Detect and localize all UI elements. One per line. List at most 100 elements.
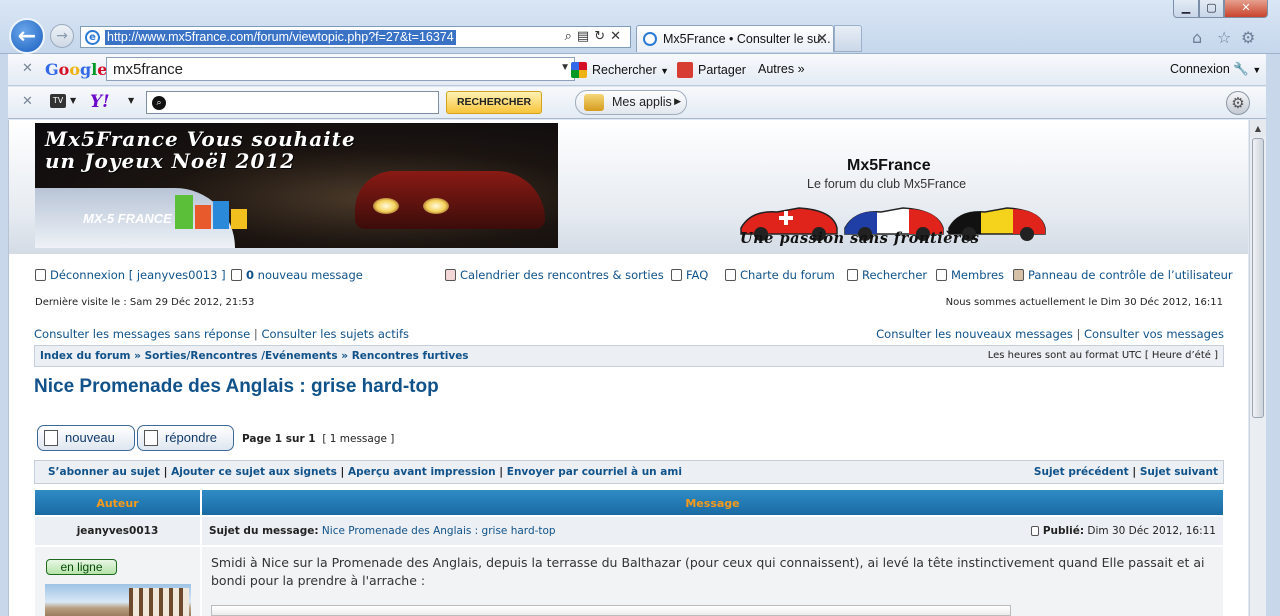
search-label[interactable]: Rechercher: [862, 268, 927, 282]
faq-label[interactable]: FAQ: [686, 268, 708, 282]
mx5-logo-text: MX-5 FRANCE: [83, 211, 172, 226]
control-panel-link[interactable]: Panneau de contrôle de l’utilisateur: [1013, 268, 1233, 282]
active-topics-link[interactable]: Consulter les sujets actifs: [261, 327, 409, 341]
topic-nav-links: Sujet précédent | Sujet suivant: [1034, 466, 1218, 478]
subscribe-link[interactable]: S’abonner au sujet: [48, 466, 160, 478]
chevron-down-icon[interactable]: ▼: [560, 62, 570, 73]
address-tools[interactable]: ⌕▤↻✕: [565, 29, 626, 44]
vertical-scrollbar[interactable]: ▲: [1249, 120, 1266, 616]
crumb-furtives[interactable]: Rencontres furtives: [352, 350, 469, 362]
new-topic-button[interactable]: nouveau: [37, 425, 135, 451]
chevron-down-icon: ▼: [660, 66, 670, 76]
faq-link[interactable]: FAQ: [671, 268, 708, 282]
control-panel-label[interactable]: Panneau de contrôle de l’utilisateur: [1028, 268, 1233, 282]
your-posts-link[interactable]: Consulter vos messages: [1084, 327, 1224, 341]
mes-applis-label: Mes applis: [612, 95, 672, 109]
page-info: Page 1 sur 1 [ 1 message ]: [242, 433, 394, 445]
avatar[interactable]: [45, 584, 191, 616]
christmas-banner[interactable]: Mx5France Vous souhaite un Joyeux Noël 2…: [35, 123, 558, 248]
prev-topic-link[interactable]: Sujet précédent: [1034, 466, 1129, 478]
address-bar[interactable]: e http://www.mx5france.com/forum/viewtop…: [80, 26, 631, 48]
tv-icon[interactable]: TV: [50, 94, 66, 108]
page-viewport: Mx5France Vous souhaite un Joyeux Noël 2…: [8, 120, 1248, 616]
search-link[interactable]: Rechercher: [847, 268, 927, 282]
my-apps-button[interactable]: Mes applis ▶: [575, 90, 687, 115]
home-icon[interactable]: ⌂: [1192, 28, 1202, 47]
logout-label[interactable]: Déconnexion [ jeanyves0013 ]: [50, 268, 226, 282]
topic-title[interactable]: Nice Promenade des Anglais : grise hard-…: [34, 376, 439, 398]
post-author[interactable]: jeanyves0013: [35, 525, 200, 537]
close-toolbar-icon[interactable]: ✕: [22, 94, 33, 109]
messages-label[interactable]: nouveau message: [258, 268, 363, 282]
back-button[interactable]: ←: [9, 18, 45, 54]
stop-icon[interactable]: ✕: [610, 29, 626, 44]
members-link[interactable]: Membres: [936, 268, 1004, 282]
share-button[interactable]: Partager: [677, 62, 746, 78]
chevron-down-icon[interactable]: ▼: [128, 96, 134, 105]
messages-count[interactable]: 0: [246, 268, 254, 282]
banner-line2: un Joyeux Noël 2012: [45, 149, 296, 173]
more-button[interactable]: Autres »: [758, 62, 805, 76]
login-button[interactable]: Connexion 🔧 ▼: [1170, 62, 1261, 77]
breadcrumb: Index du forum » Sorties/Rencontres /Evé…: [34, 345, 1224, 367]
yahoo-search-input[interactable]: ⌕: [146, 91, 439, 114]
compat-icon[interactable]: ▤: [577, 29, 594, 44]
reply-button[interactable]: répondre: [137, 425, 234, 451]
email-link[interactable]: Envoyer par courriel à un ami: [507, 466, 682, 478]
topic-action-links: S’abonner au sujet | Ajouter ce sujet au…: [48, 466, 682, 478]
close-toolbar-icon[interactable]: ✕: [22, 61, 33, 76]
new-messages-link[interactable]: 0 nouveau message: [231, 268, 363, 282]
tab-close-icon[interactable]: ✕: [816, 30, 828, 47]
unanswered-link[interactable]: Consulter les messages sans réponse: [34, 327, 250, 341]
alert-icon: [725, 269, 736, 281]
ie-icon: e: [85, 30, 100, 45]
gear-icon[interactable]: ⚙: [1241, 28, 1255, 47]
calendar-label[interactable]: Calendrier des rencontres & sorties: [460, 268, 664, 282]
tab-mx5france[interactable]: Mx5France • Consulter le su... ✕: [636, 25, 834, 52]
new-tab-button[interactable]: [834, 25, 862, 52]
maximize-button[interactable]: ▢: [1199, 0, 1224, 18]
google-search-button[interactable]: Rechercher ▼: [571, 62, 669, 78]
bookmark-link[interactable]: Ajouter ce sujet aux signets: [171, 466, 337, 478]
calendar-link[interactable]: Calendrier des rencontres & sorties: [445, 268, 664, 282]
chevron-down-icon[interactable]: ▼: [1252, 65, 1261, 75]
star-icon[interactable]: ☆: [1217, 28, 1231, 47]
print-link[interactable]: Aperçu avant impression: [348, 466, 496, 478]
minimize-button[interactable]: ▁: [1173, 0, 1199, 18]
search-icon[interactable]: ⌕: [565, 29, 577, 44]
new-posts-link[interactable]: Consulter les nouveaux messages: [876, 327, 1073, 341]
avatar-house: [129, 588, 189, 616]
logout-link[interactable]: Déconnexion [ jeanyves0013 ]: [35, 268, 226, 282]
reply-label: répondre: [165, 430, 218, 445]
search-icon: ⌕: [152, 96, 166, 110]
crumb-sorties[interactable]: Sorties/Rencontres /Evénements: [145, 350, 338, 362]
subject-link[interactable]: Nice Promenade des Anglais : grise hard-…: [322, 525, 556, 537]
refresh-icon[interactable]: ↻: [594, 29, 610, 44]
envelope-icon: [231, 269, 242, 281]
charte-label[interactable]: Charte du forum: [740, 268, 835, 282]
settings-gear-icon[interactable]: ⚙: [1226, 91, 1250, 115]
separator: |: [1076, 327, 1085, 341]
yahoo-search-button[interactable]: RECHERCHER: [446, 91, 542, 114]
chevron-right-icon: ▶: [674, 96, 681, 106]
subject-label: Sujet du message:: [209, 525, 319, 537]
wrench-icon[interactable]: 🔧: [1233, 62, 1249, 76]
chevron-down-icon[interactable]: ▼: [70, 96, 76, 105]
members-label[interactable]: Membres: [951, 268, 1004, 282]
scroll-up-icon[interactable]: ▲: [1250, 120, 1266, 137]
post-body: Smidi à Nice sur la Promenade des Anglai…: [211, 555, 1205, 588]
yahoo-logo[interactable]: Y!: [90, 92, 110, 112]
scroll-thumb[interactable]: [1252, 138, 1264, 418]
rechercher-label: Rechercher: [592, 63, 657, 77]
forward-button[interactable]: →: [50, 24, 74, 48]
next-topic-link[interactable]: Sujet suivant: [1140, 466, 1218, 478]
charte-link[interactable]: Charte du forum: [725, 268, 835, 282]
post-image[interactable]: [211, 605, 1011, 616]
published-label: Publié:: [1042, 525, 1085, 537]
post-icon[interactable]: [1030, 526, 1039, 536]
url-text[interactable]: http://www.mx5france.com/forum/viewtopic…: [105, 30, 456, 45]
crumb-index[interactable]: Index du forum: [40, 350, 130, 362]
google-logo: Google: [45, 60, 108, 79]
close-window-button[interactable]: ✕: [1224, 0, 1268, 18]
google-search-input[interactable]: mx5france ▼: [106, 57, 575, 81]
